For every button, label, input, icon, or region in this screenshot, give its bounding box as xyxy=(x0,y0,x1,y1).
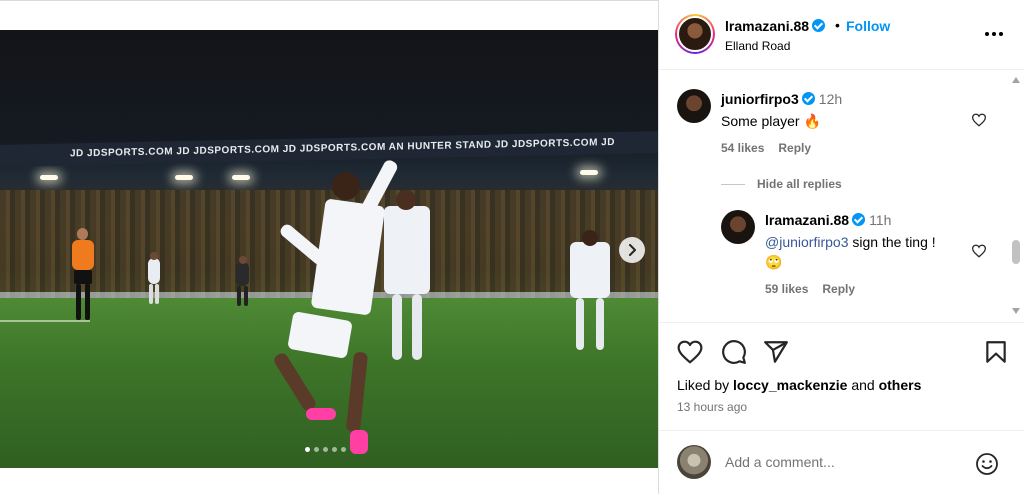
liked-by-others[interactable]: others xyxy=(879,377,922,393)
reply-button[interactable]: Reply xyxy=(778,141,811,155)
post-photo[interactable]: JD JDSPORTS.COM JD JDSPORTS.COM JD JDSPO… xyxy=(0,30,658,468)
comment-likes[interactable]: 54 likes xyxy=(721,141,764,155)
comments-list: juniorfirpo3 12h Some player 🔥 54 likes Re… xyxy=(659,71,1024,322)
comment-like-icon[interactable] xyxy=(971,244,987,258)
current-user-avatar xyxy=(677,445,711,479)
more-options-button[interactable] xyxy=(985,27,1007,41)
floodlight xyxy=(175,175,193,180)
comment-username[interactable]: lramazani.88 xyxy=(765,212,849,228)
comment-meta: 54 likes Reply xyxy=(721,141,825,155)
more-icon-dot xyxy=(992,32,996,36)
pitch-line xyxy=(0,320,90,322)
carousel-dot xyxy=(341,447,346,452)
carousel-dot xyxy=(323,447,328,452)
author-avatar[interactable] xyxy=(675,14,715,54)
carousel-dot xyxy=(305,447,310,452)
stadium-hoarding: JD JDSPORTS.COM JD JDSPORTS.COM JD JDSPO… xyxy=(0,131,658,167)
comment-like-icon[interactable] xyxy=(971,113,987,127)
comment-time[interactable]: 12h xyxy=(819,91,842,107)
liked-by-user[interactable]: loccy_mackenzie xyxy=(733,377,847,393)
post-side-panel: lramazani.88 • Follow Elland Road junior… xyxy=(658,0,1024,494)
comment-mention[interactable]: @juniorfirpo3 xyxy=(765,234,848,250)
liked-by-prefix: Liked by xyxy=(677,377,734,393)
next-slide-button[interactable] xyxy=(619,237,645,263)
carousel-dot xyxy=(332,447,337,452)
comment-reply: lramazani.88 11h @juniorfirpo3 sign the t… xyxy=(765,212,975,271)
reply-button[interactable]: Reply xyxy=(822,282,855,296)
comment-composer xyxy=(659,430,1024,494)
scroll-up-icon[interactable] xyxy=(1012,77,1020,83)
hide-replies-row: Hide all replies xyxy=(721,177,842,191)
liked-by-text: Liked by loccy_mackenzie and others xyxy=(677,377,921,393)
comment-username[interactable]: juniorfirpo3 xyxy=(721,91,799,107)
floodlight xyxy=(580,170,598,175)
share-icon[interactable] xyxy=(763,339,789,365)
comment-time[interactable]: 11h xyxy=(869,212,891,228)
comment-input[interactable] xyxy=(725,451,965,473)
verified-badge-icon xyxy=(801,92,815,105)
comment-icon[interactable] xyxy=(721,339,747,365)
verified-badge-icon xyxy=(812,19,826,32)
author-username[interactable]: lramazani.88 xyxy=(725,18,809,34)
post-timestamp[interactable]: 13 hours ago xyxy=(677,400,747,414)
floodlight xyxy=(40,175,58,180)
comment-emoji: 🙄 xyxy=(765,254,783,270)
commenter-avatar[interactable] xyxy=(721,210,755,244)
comment-likes[interactable]: 59 likes xyxy=(765,282,808,296)
comment-meta: 59 likes Reply xyxy=(765,282,869,296)
post-header: lramazani.88 • Follow Elland Road xyxy=(659,0,1024,70)
header-separator: • xyxy=(835,17,840,33)
chevron-right-icon xyxy=(629,244,636,256)
emoji-icon[interactable] xyxy=(975,452,999,476)
comment-text: Some player 🔥 xyxy=(721,113,821,129)
follow-button[interactable]: Follow xyxy=(846,18,890,34)
post-location[interactable]: Elland Road xyxy=(725,39,790,53)
more-icon-dot xyxy=(999,32,1003,36)
author-username-wrap: lramazani.88 xyxy=(725,18,826,34)
replies-divider xyxy=(721,183,745,185)
carousel-dots xyxy=(305,447,346,452)
floodlight xyxy=(232,175,250,180)
photo-panel: JD JDSPORTS.COM JD JDSPORTS.COM JD JDSPO… xyxy=(0,0,658,494)
commenter-avatar[interactable] xyxy=(677,89,711,123)
comment-body: sign the ting ! xyxy=(848,234,936,250)
scroll-down-icon[interactable] xyxy=(1012,308,1020,314)
comments-scrollbar[interactable] xyxy=(1009,71,1023,322)
post-actions: Liked by loccy_mackenzie and others 13 h… xyxy=(659,322,1024,422)
carousel-dot xyxy=(314,447,319,452)
liked-by-middle: and xyxy=(847,377,879,393)
more-icon xyxy=(985,32,989,36)
verified-badge-icon xyxy=(852,213,866,226)
hide-replies-button[interactable]: Hide all replies xyxy=(757,177,842,191)
bookmark-icon[interactable] xyxy=(983,339,1009,365)
scroll-thumb[interactable] xyxy=(1012,240,1020,264)
comment-text: @juniorfirpo3 sign the ting ! xyxy=(765,234,975,250)
comment: juniorfirpo3 12h Some player 🔥 xyxy=(721,91,842,130)
heart-icon[interactable] xyxy=(677,339,703,365)
